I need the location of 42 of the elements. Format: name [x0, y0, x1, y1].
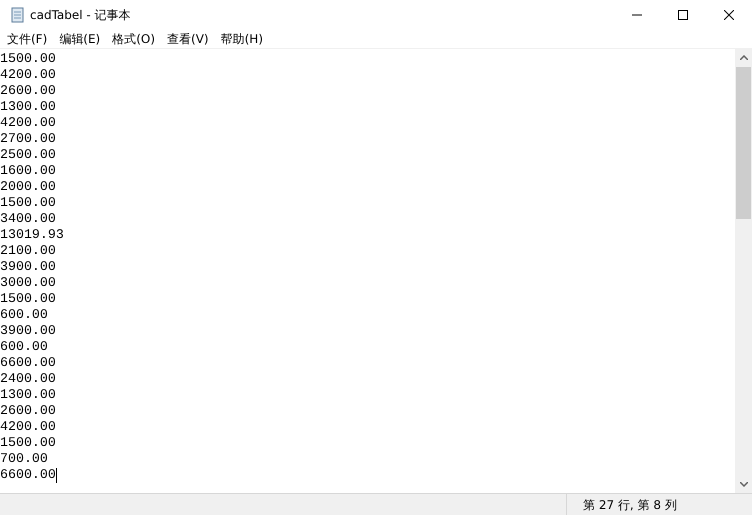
text-line: 600.00 — [0, 339, 48, 355]
text-line: 4200.00 — [0, 419, 56, 435]
text-line: 2700.00 — [0, 131, 56, 147]
close-icon — [724, 10, 734, 20]
text-line: 4200.00 — [0, 67, 56, 83]
notepad-icon — [9, 7, 25, 23]
text-line: 3900.00 — [0, 323, 56, 339]
text-line: 3000.00 — [0, 275, 56, 291]
text-line: 2600.00 — [0, 403, 56, 419]
text-line: 700.00 — [0, 451, 48, 467]
text-line: 1500.00 — [0, 435, 56, 451]
text-line: 6600.00 — [0, 467, 56, 483]
text-line: 2000.00 — [0, 179, 56, 195]
text-line: 1300.00 — [0, 99, 56, 115]
text-line: 4200.00 — [0, 115, 56, 131]
text-line: 2600.00 — [0, 83, 56, 99]
text-cursor — [56, 468, 57, 482]
cursor-position: 第 27 行, 第 8 列 — [583, 496, 677, 514]
text-line: 1600.00 — [0, 163, 56, 179]
text-line: 3900.00 — [0, 259, 56, 275]
text-line: 1300.00 — [0, 387, 56, 403]
text-line: 2500.00 — [0, 147, 56, 163]
window-title: cadTabel - 记事本 — [30, 7, 131, 24]
menu-item[interactable]: 帮助(H) — [214, 30, 269, 48]
text-line: 1500.00 — [0, 51, 56, 67]
menu-item[interactable]: 格式(O) — [106, 30, 162, 48]
scroll-down-icon[interactable] — [740, 482, 748, 487]
text-line: 1500.00 — [0, 195, 56, 211]
text-line: 13019.93 — [0, 227, 64, 243]
scroll-up-icon[interactable] — [740, 55, 748, 60]
text-line: 6600.00 — [0, 355, 56, 371]
menu-item[interactable]: 查看(V) — [161, 30, 215, 48]
menu-item[interactable]: 编辑(E) — [53, 30, 106, 48]
scrollbar-thumb[interactable] — [736, 67, 751, 219]
maximize-icon — [678, 10, 688, 20]
text-line: 3400.00 — [0, 211, 56, 227]
text-line: 1500.00 — [0, 291, 56, 307]
text-line: 2100.00 — [0, 243, 56, 259]
scrollbar[interactable] — [735, 49, 752, 493]
text-line: 600.00 — [0, 307, 48, 323]
text-line: 2400.00 — [0, 371, 56, 387]
menu-item[interactable]: 文件(F) — [1, 30, 54, 48]
